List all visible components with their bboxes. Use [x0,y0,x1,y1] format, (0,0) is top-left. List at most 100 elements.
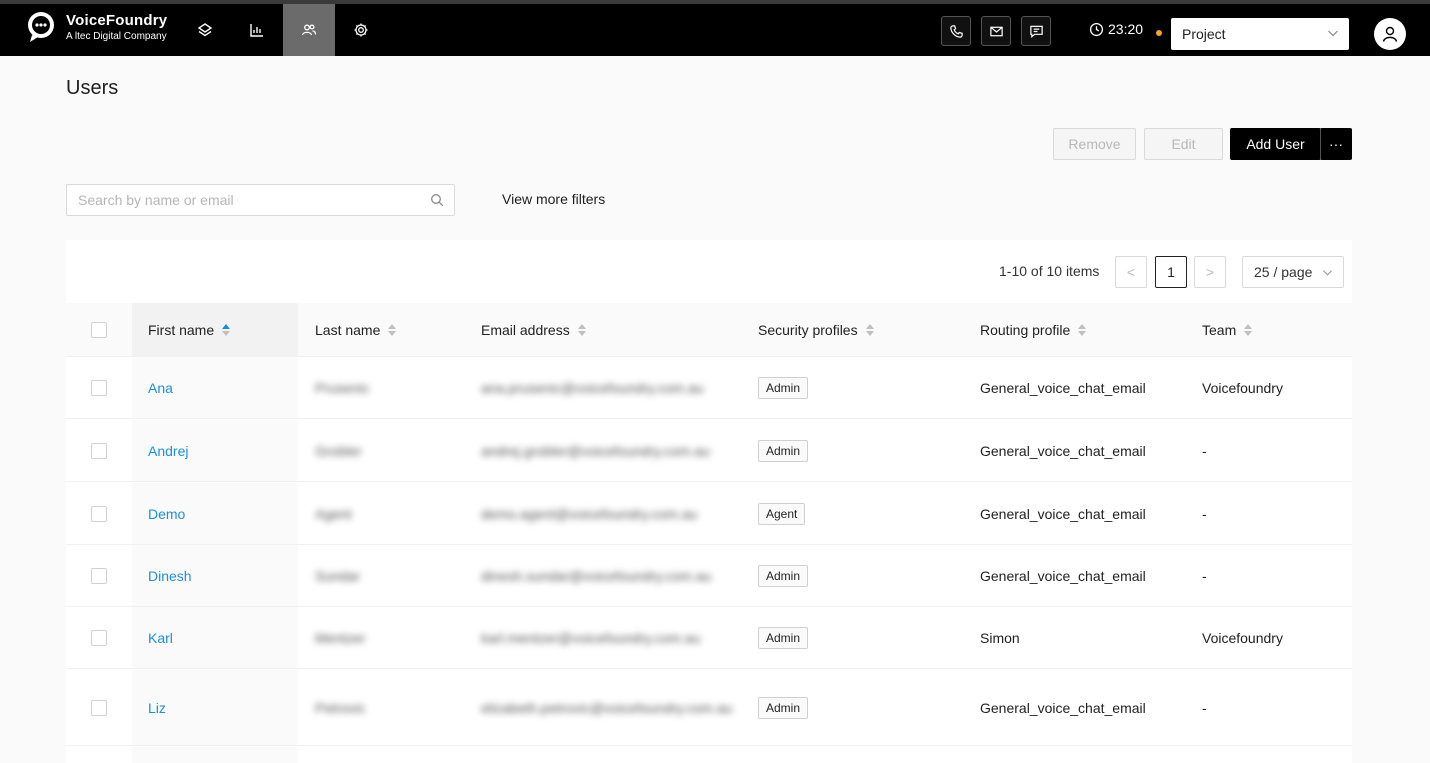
user-name-link[interactable]: Ana [148,380,173,396]
column-label: Security profiles [758,322,858,338]
table-row[interactable]: Liz Petrovic elizabeth.petrovic@voicefou… [66,670,1352,746]
search-icon[interactable] [430,193,444,207]
select-all-cell [91,303,107,357]
team-cell: - [1202,567,1207,584]
user-avatar[interactable] [1374,18,1406,50]
clock-time: 23:20 [1108,21,1144,37]
user-name-link[interactable]: Liz [148,700,166,716]
project-select[interactable]: Project [1171,18,1349,50]
column-security-profiles[interactable]: Security profiles [758,303,874,357]
user-name-link[interactable]: Dinesh [148,568,192,584]
row-checkbox[interactable] [91,442,107,459]
chat-button[interactable] [1021,16,1051,46]
row-checkbox-cell [91,607,107,668]
row-checkbox-cell [91,483,107,544]
select-all-checkbox[interactable] [91,322,107,338]
row-checkbox[interactable] [91,629,107,646]
sort-icon[interactable] [1244,324,1253,336]
column-last-name[interactable]: Last name [315,303,397,357]
users-table: 1-10 of 10 items < 1 > 25 / page First n… [66,240,1352,763]
status-indicator [1156,30,1162,36]
column-routing-profile[interactable]: Routing profile [980,303,1087,357]
column-label: Email address [481,322,570,338]
user-icon [1382,26,1398,42]
email-button[interactable] [981,16,1011,46]
next-page-button[interactable]: > [1194,256,1226,288]
remove-button[interactable]: Remove [1053,128,1136,160]
sort-icon[interactable] [222,324,231,336]
email-cell: dinesh.sundar@voicefoundry.com.au [481,567,712,584]
row-checkbox-cell [91,545,107,606]
nav-layers[interactable] [179,4,231,56]
email-cell: demo.agent@voicefoundry.com.au [481,505,698,522]
search-input[interactable] [67,185,407,215]
security-profile-tag: Admin [758,376,809,399]
edit-button[interactable]: Edit [1144,128,1223,160]
security-profile-cell: Admin [758,545,809,606]
prev-page-button[interactable]: < [1115,256,1147,288]
row-checkbox[interactable] [91,379,107,396]
phone-icon [949,24,963,38]
phone-button[interactable] [941,16,971,46]
table-header: First name Last name Email address Secur… [66,303,1352,357]
routing-profile-cell: Simon [980,629,1020,646]
search-box [66,184,455,216]
layers-icon [197,23,213,37]
table-row[interactable]: Andrej Grobler andrej.grobler@voicefound… [66,420,1352,482]
user-name-link[interactable]: Karl [148,630,173,646]
row-checkbox-cell [91,357,107,418]
brand-logo[interactable]: VoiceFoundry A ltec Digital Company [24,10,167,44]
routing-profile-cell: General_voice_chat_email [980,505,1146,522]
routing-profile-cell: General_voice_chat_email [980,699,1146,716]
table-row[interactable]: Dinesh Sundar dinesh.sundar@voicefoundry… [66,545,1352,607]
email-cell: karl.mentzer@voicefoundry.com.au [481,629,701,646]
security-profile-cell: Admin [758,357,809,418]
chat-icon [1029,25,1043,38]
nav-settings[interactable] [335,4,387,56]
page-title: Users [66,77,119,99]
column-first-name[interactable]: First name [132,303,298,357]
gear-icon [354,23,368,37]
security-profile-cell: Admin [758,420,809,481]
sort-icon[interactable] [388,324,397,336]
nav-users[interactable] [283,4,335,56]
sort-icon[interactable] [577,324,586,336]
column-email[interactable]: Email address [481,303,586,357]
brand-tagline: A ltec Digital Company [66,31,167,42]
routing-profile-cell: General_voice_chat_email [980,567,1146,584]
table-row[interactable]: Ana Prusenic ana.prusenic@voicefoundry.c… [66,357,1352,419]
last-name-cell: Sundar [315,567,361,584]
last-name-cell: Grobler [315,442,362,459]
add-user-button[interactable]: Add User [1230,128,1321,160]
page-size-select[interactable]: 25 / page [1242,256,1344,288]
row-checkbox[interactable] [91,505,107,522]
email-cell: andrej.grobler@voicefoundry.com.au [481,442,710,459]
row-checkbox[interactable] [91,567,107,584]
security-profile-tag: Admin [758,439,809,462]
user-name-link[interactable]: Demo [148,506,185,522]
chevron-down-icon [1328,30,1338,37]
last-name-cell: Prusenic [315,379,370,396]
table-row [66,747,1352,763]
team-cell: - [1202,442,1207,459]
team-cell: Voicefoundry [1202,379,1283,396]
column-label: Routing profile [980,322,1071,338]
sort-icon[interactable] [1078,324,1087,336]
view-more-filters-link[interactable]: View more filters [502,191,605,207]
table-row[interactable]: Demo Agent demo.agent@voicefoundry.com.a… [66,483,1352,545]
current-page-button[interactable]: 1 [1155,256,1187,288]
more-actions-button[interactable]: ··· [1320,128,1352,160]
user-name-link[interactable]: Andrej [148,443,188,459]
security-profile-cell: Agent [758,483,806,544]
table-row[interactable]: Karl Mentzer karl.mentzer@voicefoundry.c… [66,607,1352,669]
email-cell: ana.prusenic@voicefoundry.com.au [481,379,704,396]
team-cell: - [1202,505,1207,522]
column-team[interactable]: Team [1202,303,1253,357]
last-name-cell: Mentzer [315,629,366,646]
column-label: First name [148,322,215,338]
nav-analytics[interactable] [231,4,283,56]
row-checkbox-cell [91,670,107,745]
row-checkbox[interactable] [91,699,107,716]
clock: 23:20 [1089,21,1143,37]
sort-icon[interactable] [865,324,874,336]
